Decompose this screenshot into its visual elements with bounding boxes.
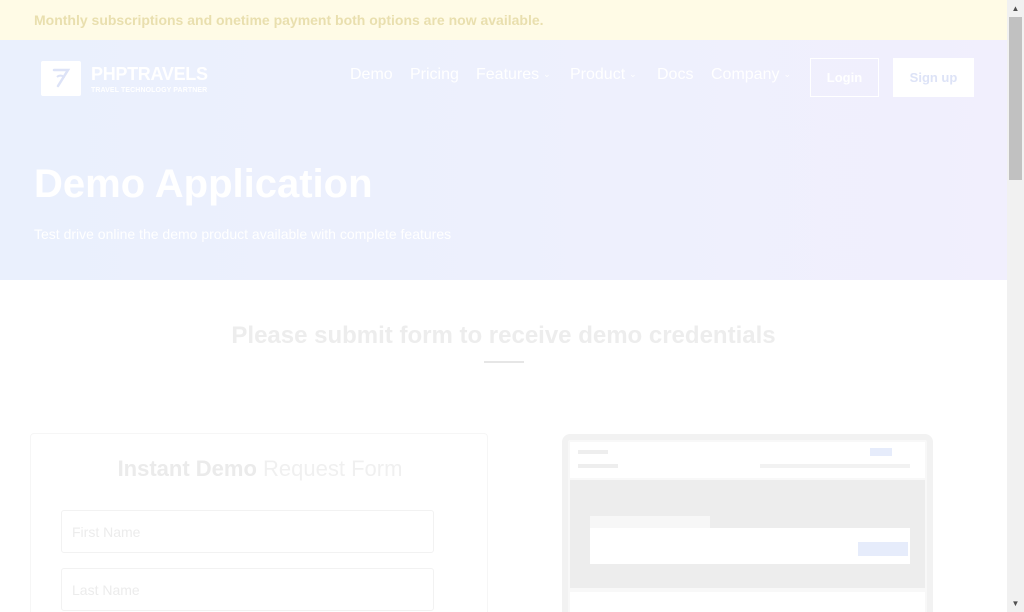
scroll-down-arrow-icon[interactable]: ▼ [1007, 595, 1024, 612]
preview-header [570, 442, 925, 478]
nav-item-pricing[interactable]: Pricing [410, 66, 459, 84]
preview-search-box [590, 528, 910, 564]
logo-icon[interactable] [41, 61, 81, 96]
hero-header: PHPTRAVELS TRAVEL TECHNOLOGY PARTNER Dem… [0, 40, 1007, 280]
nav-item-label: Features [476, 66, 540, 83]
nav-item-label: Docs [657, 66, 694, 83]
page: Monthly subscriptions and onetime paymen… [0, 0, 1007, 612]
preview-content [570, 592, 925, 612]
chevron-down-icon: ⌄ [783, 69, 792, 79]
nav-item-label: Product [570, 66, 626, 83]
nav-item-label: Demo [350, 66, 393, 83]
announcement-text: Monthly subscriptions and onetime paymen… [34, 12, 544, 28]
nav-item-demo[interactable]: Demo [350, 66, 393, 84]
brand-tagline: TRAVEL TECHNOLOGY PARTNER [91, 87, 208, 94]
form-title: Instant Demo Request Form [0, 456, 520, 482]
chevron-down-icon: ⌄ [543, 69, 551, 79]
scroll-up-arrow-icon[interactable]: ▲ [1007, 0, 1024, 17]
logo-mark-icon [52, 68, 71, 88]
product-preview-image [562, 434, 933, 612]
page-title: Demo Application [34, 162, 373, 206]
scrollbar-thumb[interactable] [1009, 17, 1022, 180]
page-subtitle: Test drive online the demo product avail… [34, 226, 452, 242]
nav-item-docs[interactable]: Docs [657, 66, 693, 84]
nav-item-features[interactable]: Features ⌄ [476, 66, 551, 84]
last-name-field[interactable] [61, 568, 434, 611]
chevron-down-icon: ⌄ [629, 69, 637, 79]
login-button[interactable]: Login [810, 58, 879, 97]
section-title: Please submit form to receive demo crede… [231, 322, 776, 349]
nav-item-product[interactable]: Product ⌄ [570, 66, 637, 84]
section-divider [484, 361, 524, 363]
announcement-bar: Monthly subscriptions and onetime paymen… [0, 0, 1007, 40]
form-title-bold: Instant Demo [117, 456, 257, 481]
form-title-light: Request Form [263, 456, 403, 481]
nav-item-company[interactable]: Company ⌄ [711, 66, 791, 84]
first-name-field[interactable] [61, 510, 434, 553]
preview-tabs [590, 516, 710, 528]
nav-item-label: Company [711, 66, 780, 83]
signup-button[interactable]: Sign up [893, 58, 974, 97]
brand-name[interactable]: PHPTRAVELS [91, 64, 208, 85]
nav-item-label: Pricing [410, 66, 459, 83]
